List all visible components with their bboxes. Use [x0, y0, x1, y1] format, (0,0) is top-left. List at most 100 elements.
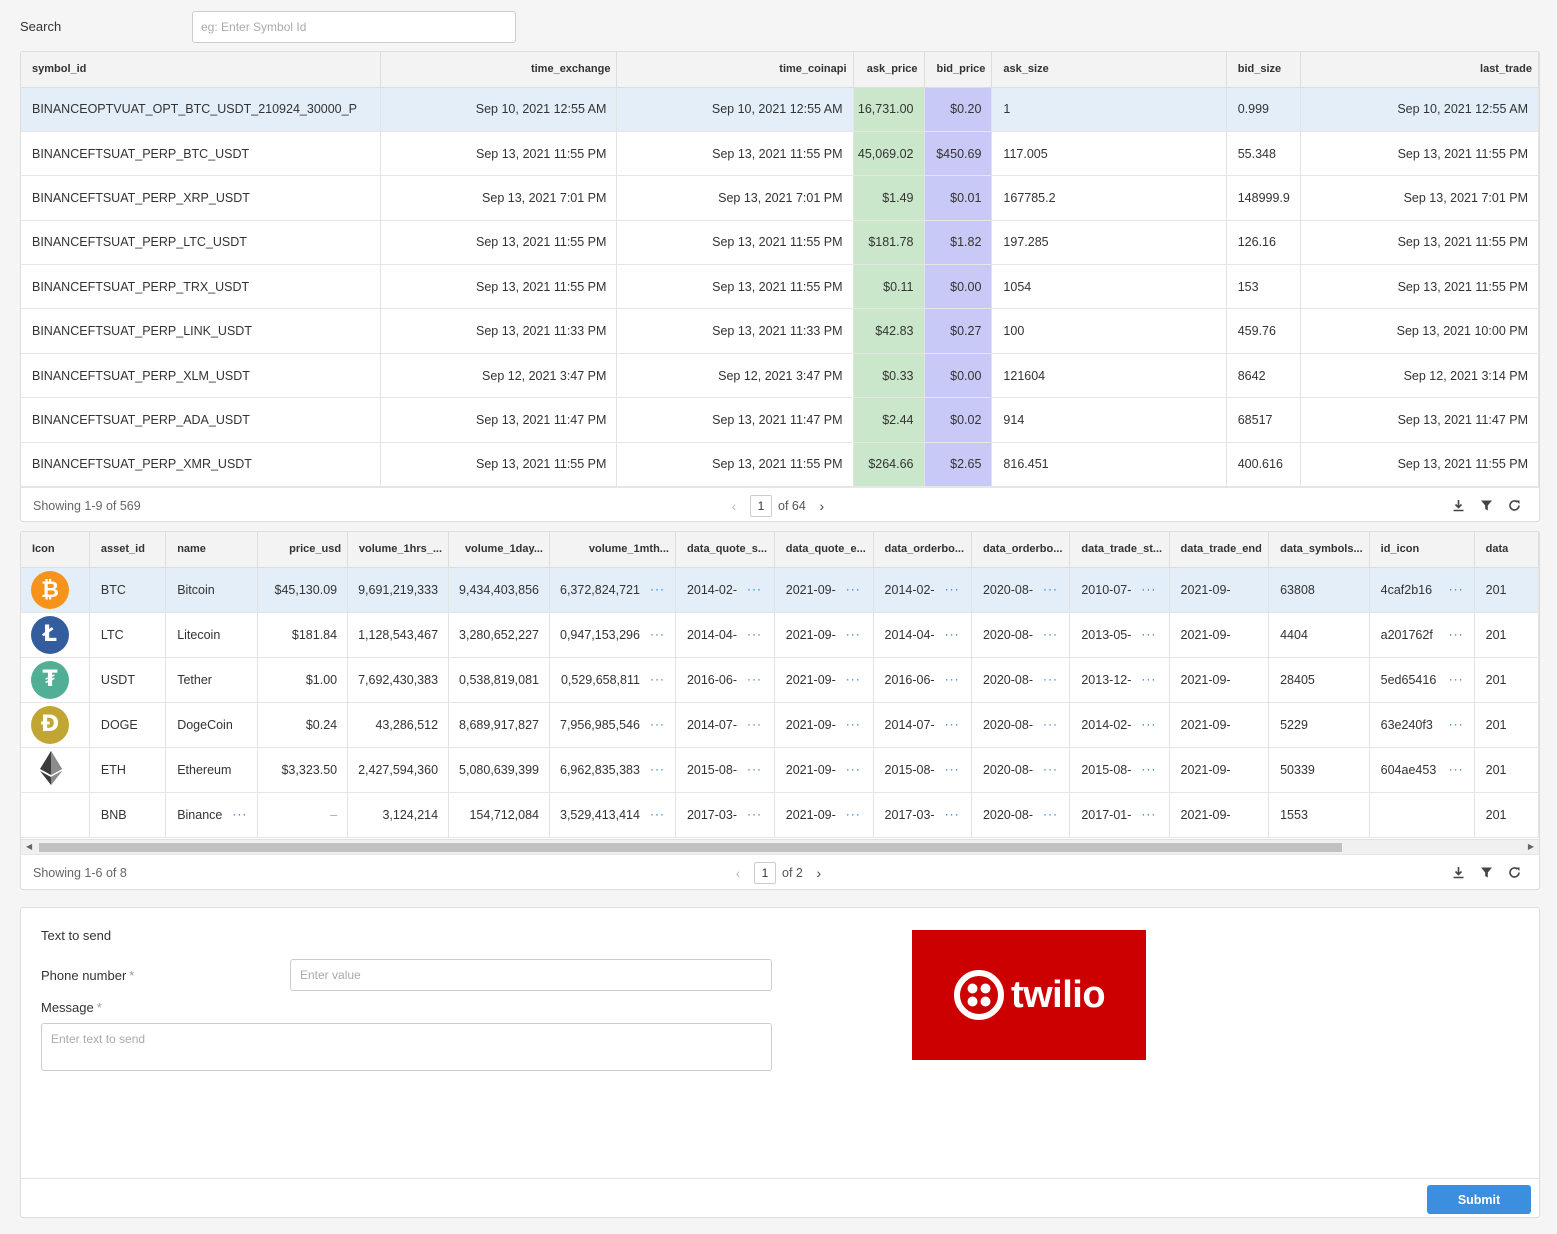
col-header-9[interactable]: data_orderbo... [873, 532, 972, 568]
more-icon[interactable]: ··· [747, 672, 762, 686]
more-icon[interactable]: ··· [945, 672, 960, 686]
next-page-icon[interactable]: › [812, 495, 832, 517]
more-icon[interactable]: ··· [1449, 762, 1464, 776]
col-header-bid-price[interactable]: bid_price [924, 52, 993, 88]
more-icon[interactable]: ··· [232, 807, 247, 821]
more-icon[interactable]: ··· [747, 807, 762, 821]
more-icon[interactable]: ··· [1449, 627, 1464, 641]
more-icon[interactable]: ··· [650, 582, 665, 596]
table-row[interactable]: BINANCEFTSUAT_PERP_XLM_USDT Sep 12, 2021 … [21, 353, 1539, 399]
more-icon[interactable]: ··· [846, 582, 861, 596]
more-icon[interactable]: ··· [1449, 717, 1464, 731]
more-icon[interactable]: ··· [1449, 582, 1464, 596]
refresh-icon[interactable] [1507, 866, 1521, 880]
more-icon[interactable]: ··· [945, 762, 960, 776]
more-icon[interactable]: ··· [846, 672, 861, 686]
col-header-10[interactable]: data_orderbo... [971, 532, 1071, 568]
more-icon[interactable]: ··· [846, 717, 861, 731]
col-header-5[interactable]: volume_1day... [448, 532, 550, 568]
col-header-bid-size[interactable]: bid_size [1226, 52, 1301, 88]
col-header-7[interactable]: data_quote_s... [675, 532, 775, 568]
col-header-0[interactable]: Icon [21, 532, 90, 568]
horizontal-scrollbar[interactable]: ◀ ▶ [21, 839, 1539, 854]
more-icon[interactable]: ··· [945, 627, 960, 641]
more-icon[interactable]: ··· [650, 762, 665, 776]
more-icon[interactable]: ··· [1043, 582, 1058, 596]
more-icon[interactable]: ··· [650, 807, 665, 821]
col-header-13[interactable]: data_symbols... [1268, 532, 1370, 568]
more-icon[interactable]: ··· [1141, 672, 1156, 686]
more-icon[interactable]: ··· [1141, 762, 1156, 776]
phone-number-field[interactable] [290, 959, 772, 991]
table-row[interactable]: Ð DOGE DogeCoin $0.24 43,286,512 8,689,917,82… [21, 702, 1539, 748]
more-icon[interactable]: ··· [1141, 627, 1156, 641]
submit-button[interactable]: Submit [1427, 1185, 1531, 1214]
col-header-12[interactable]: data_trade_end [1169, 532, 1270, 568]
filter-icon[interactable] [1479, 866, 1493, 880]
more-icon[interactable]: ··· [1043, 717, 1058, 731]
more-icon[interactable]: ··· [1449, 672, 1464, 686]
more-icon[interactable]: ··· [846, 762, 861, 776]
refresh-icon[interactable] [1507, 499, 1521, 513]
more-icon[interactable]: ··· [1043, 627, 1058, 641]
message-field[interactable] [41, 1023, 772, 1071]
page-number-input[interactable]: 1 [754, 861, 776, 884]
download-icon[interactable] [1451, 499, 1465, 513]
col-header-6[interactable]: volume_1mth... [549, 532, 676, 568]
col-header-1[interactable]: asset_id [89, 532, 167, 568]
col-header-time-exchange[interactable]: time_exchange [380, 52, 618, 88]
filter-icon[interactable] [1479, 499, 1493, 513]
more-icon[interactable]: ··· [1141, 582, 1156, 596]
more-icon[interactable]: ··· [747, 582, 762, 596]
table-row[interactable]: BINANCEFTSUAT_PERP_TRX_USDT Sep 13, 2021 … [21, 264, 1539, 310]
more-icon[interactable]: ··· [1043, 672, 1058, 686]
more-icon[interactable]: ··· [1043, 807, 1058, 821]
more-icon[interactable]: ··· [747, 762, 762, 776]
col-header-14[interactable]: id_icon [1369, 532, 1475, 568]
col-header-last-trade[interactable]: last_trade [1300, 52, 1539, 88]
more-icon[interactable]: ··· [747, 627, 762, 641]
more-icon[interactable]: ··· [1141, 807, 1156, 821]
search-input[interactable] [192, 11, 516, 43]
col-header-3[interactable]: price_usd [257, 532, 349, 568]
table-row[interactable]: BINANCEOPTVUAT_OPT_BTC_USDT_210924_30000… [21, 87, 1539, 132]
scroll-left-icon[interactable]: ◀ [26, 842, 32, 851]
table-row[interactable]: BINANCEFTSUAT_PERP_XRP_USDT Sep 13, 2021 … [21, 175, 1539, 221]
col-header-15[interactable]: data [1474, 532, 1539, 568]
table-row[interactable]: BNB Binance ··· – 3,124,214 154,712,084 3,529,… [21, 792, 1539, 838]
col-header-time-coinapi[interactable]: time_coinapi [616, 52, 854, 88]
table-row[interactable]: BINANCEFTSUAT_PERP_LTC_USDT Sep 13, 2021 … [21, 220, 1539, 266]
table-row[interactable]: BINANCEFTSUAT_PERP_LINK_USDT Sep 13, 2021… [21, 308, 1539, 354]
more-icon[interactable]: ··· [945, 582, 960, 596]
table-row[interactable]: ₿ BTC Bitcoin $45,130.09 9,691,219,333 9,434,… [21, 567, 1539, 613]
table-row[interactable]: ₮ USDT Tether $1.00 7,692,430,383 0,538,819,0… [21, 657, 1539, 703]
table-row[interactable]: Ł LTC Litecoin $181.84 1,128,543,467 3,280,65… [21, 612, 1539, 658]
col-header-11[interactable]: data_trade_st... [1069, 532, 1170, 568]
more-icon[interactable]: ··· [945, 807, 960, 821]
col-header-2[interactable]: name [165, 532, 259, 568]
table-row[interactable]: BINANCEFTSUAT_PERP_BTC_USDT Sep 13, 2021 … [21, 131, 1539, 177]
page-number-input[interactable]: 1 [750, 494, 772, 517]
next-page-icon[interactable]: › [809, 862, 829, 884]
scrollbar-thumb[interactable] [39, 843, 1342, 852]
col-header-8[interactable]: data_quote_e... [774, 532, 874, 568]
more-icon[interactable]: ··· [747, 717, 762, 731]
table-row[interactable]: ETH Ethereum $3,323.50 2,427,594,360 5,080,6… [21, 747, 1539, 793]
prev-page-icon[interactable]: ‹ [728, 862, 748, 884]
more-icon[interactable]: ··· [945, 717, 960, 731]
table-row[interactable]: BINANCEFTSUAT_PERP_ADA_USDT Sep 13, 2021 … [21, 397, 1539, 443]
download-icon[interactable] [1451, 866, 1465, 880]
table-row[interactable]: BINANCEFTSUAT_PERP_XMR_USDT Sep 13, 2021 … [21, 442, 1539, 488]
more-icon[interactable]: ··· [846, 807, 861, 821]
more-icon[interactable]: ··· [650, 627, 665, 641]
more-icon[interactable]: ··· [1141, 717, 1156, 731]
more-icon[interactable]: ··· [1043, 762, 1058, 776]
more-icon[interactable]: ··· [650, 672, 665, 686]
prev-page-icon[interactable]: ‹ [724, 495, 744, 517]
more-icon[interactable]: ··· [846, 627, 861, 641]
col-header-ask-size[interactable]: ask_size [991, 52, 1227, 88]
col-header-4[interactable]: volume_1hrs_... [347, 532, 450, 568]
col-header-symbol-id[interactable]: symbol_id [21, 52, 382, 88]
col-header-ask-price[interactable]: ask_price [853, 52, 925, 88]
scroll-right-icon[interactable]: ▶ [1528, 842, 1534, 851]
